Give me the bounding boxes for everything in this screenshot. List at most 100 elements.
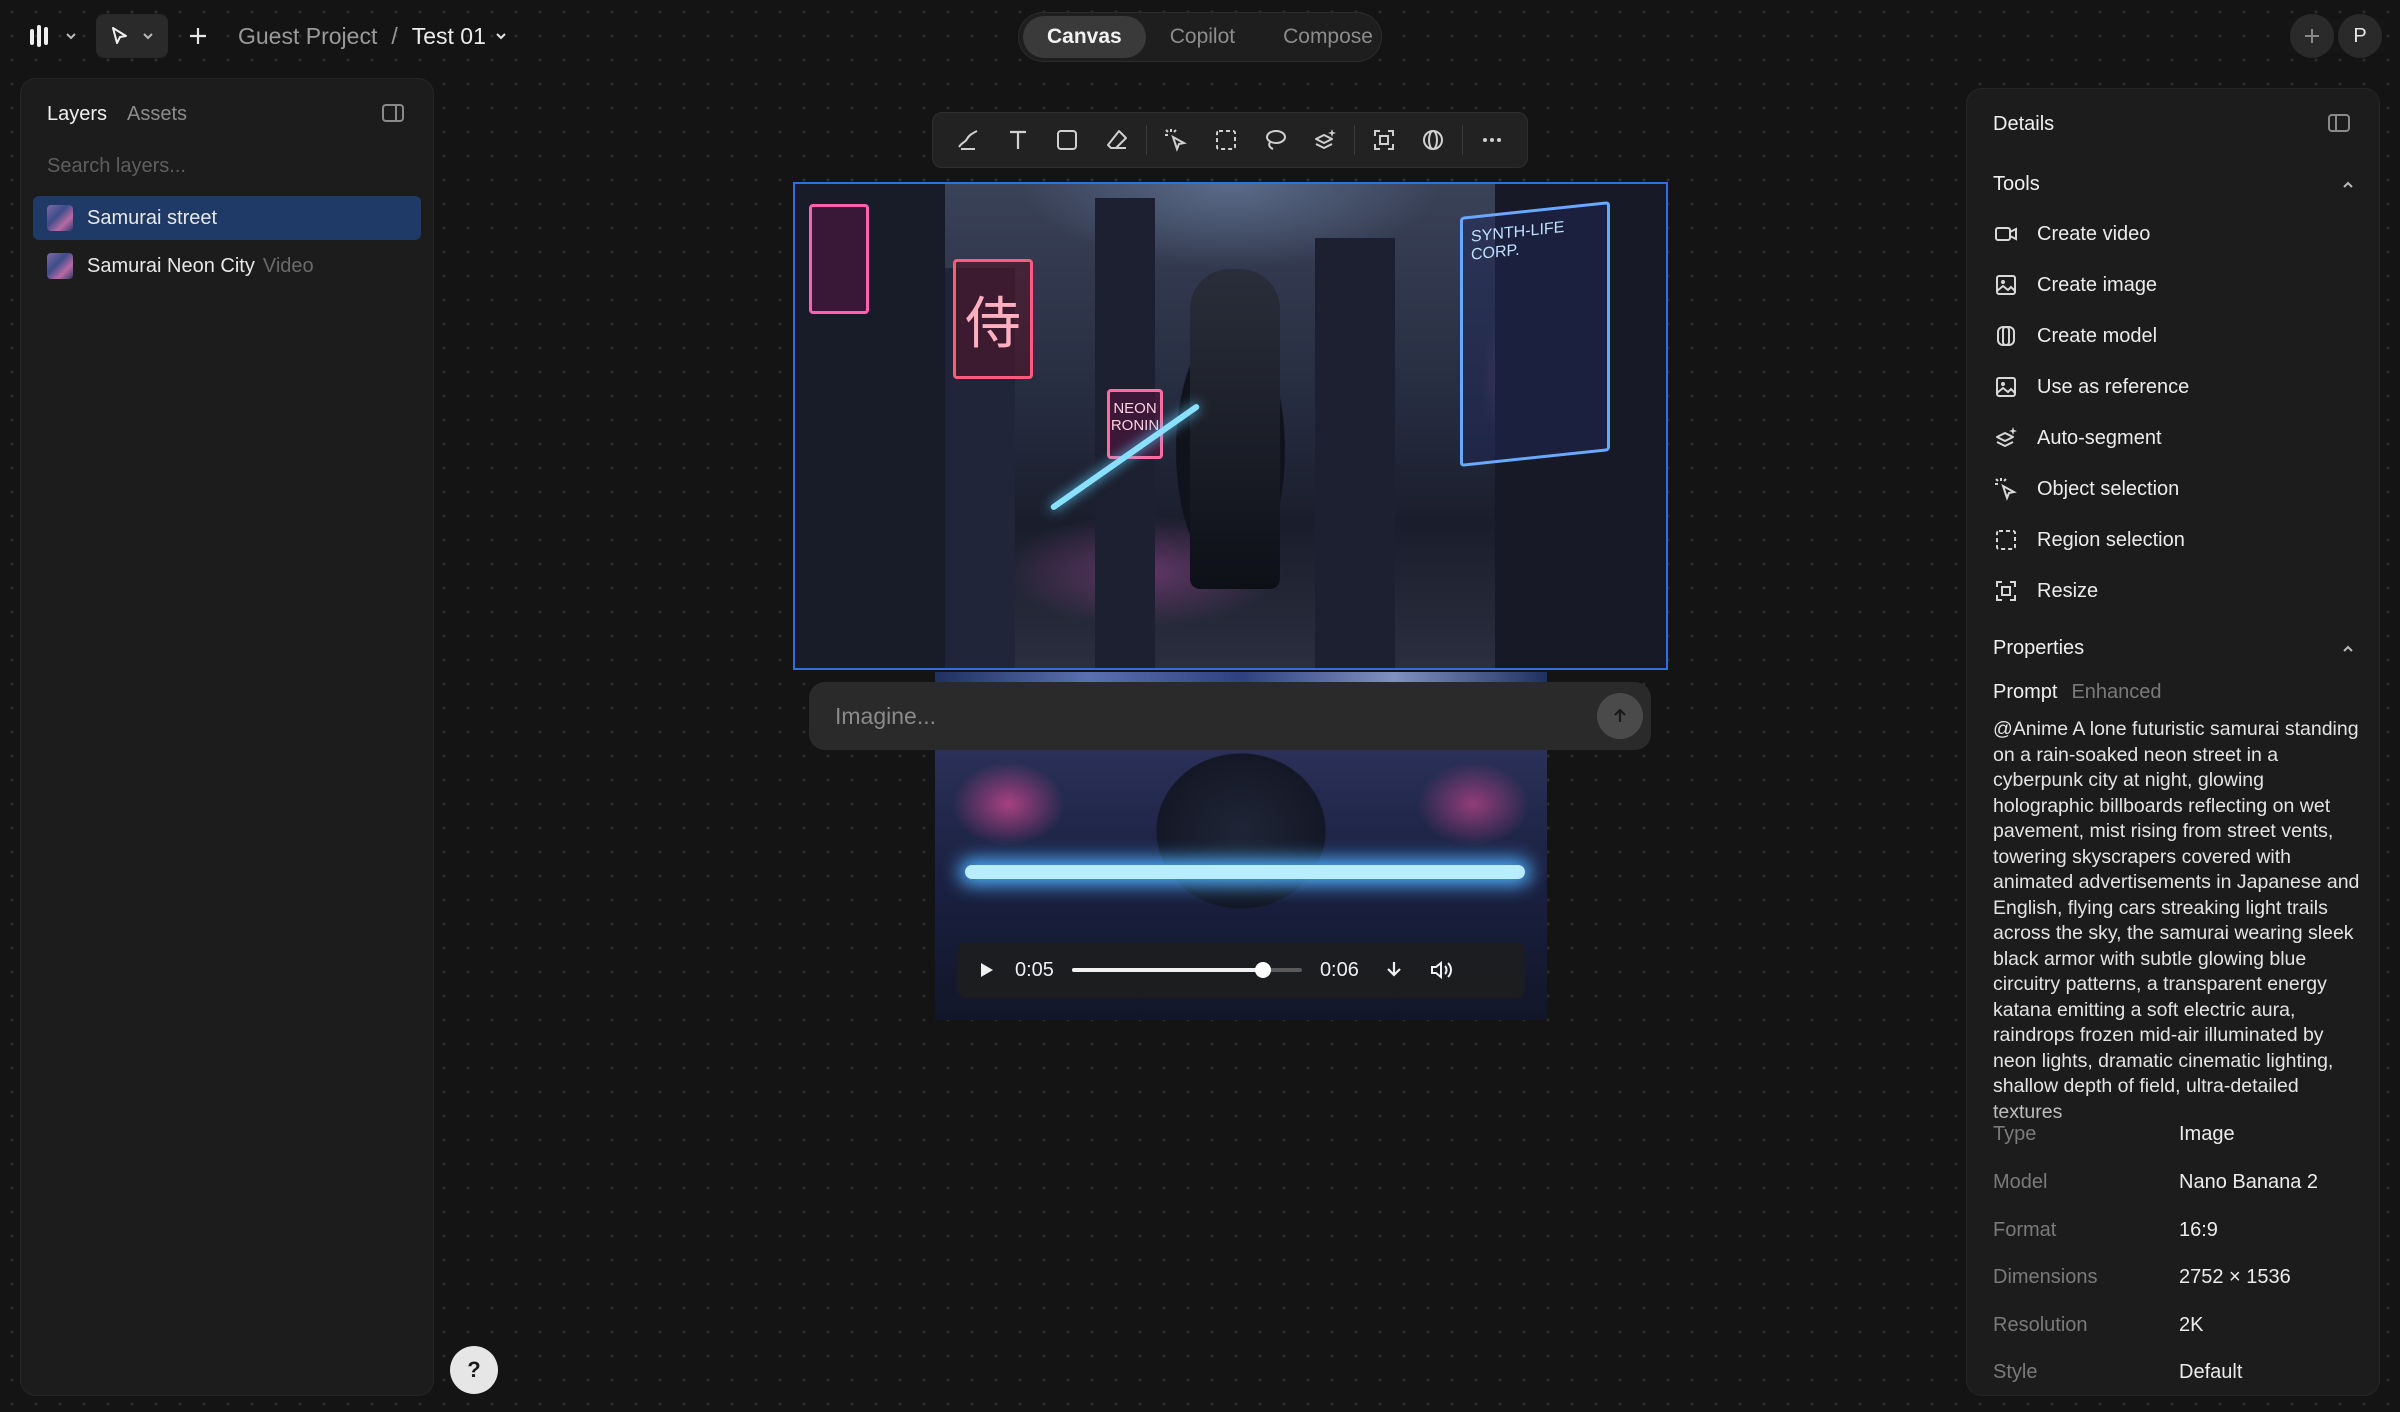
- properties-section-header[interactable]: Properties: [1993, 637, 2355, 660]
- plus-icon: [2305, 29, 2319, 43]
- tool-label: Object selection: [2037, 477, 2180, 500]
- avatar[interactable]: P: [2338, 14, 2382, 58]
- download-button[interactable]: [1383, 959, 1405, 981]
- tool-label: Resize: [2037, 579, 2099, 602]
- auto-segment-icon: [1993, 425, 2019, 451]
- property-key: Style: [1993, 1361, 2038, 1383]
- square-icon: [1057, 130, 1078, 150]
- layer-type-tag: Video: [262, 254, 314, 277]
- auto-segment-button[interactable]: Auto-segment: [1993, 421, 2162, 455]
- property-row: Style Default: [1993, 1361, 2355, 1391]
- property-row: Model Nano Banana 2: [1993, 1171, 2355, 1201]
- layers-panel: Layers Assets Samurai street Samurai Neo…: [20, 78, 434, 1396]
- text-tool[interactable]: [993, 118, 1043, 162]
- draw-tool[interactable]: [943, 118, 993, 162]
- app-logo-menu[interactable]: [28, 18, 84, 54]
- layer-name: Samurai Neon City: [87, 254, 255, 277]
- auto-segment-tool[interactable]: [1300, 118, 1350, 162]
- property-value: 16:9: [2179, 1219, 2218, 1241]
- property-key: Format: [1993, 1219, 2057, 1241]
- volume-button[interactable]: [1429, 959, 1455, 981]
- toolbar-divider: [1462, 125, 1464, 155]
- file-name: Test 01: [411, 22, 486, 49]
- chevron-down-icon: [143, 33, 153, 40]
- reference-icon: [1993, 374, 2019, 400]
- seek-bar[interactable]: [1071, 962, 1302, 978]
- use-as-reference-button[interactable]: Use as reference: [1993, 370, 2189, 404]
- hologram-billboard: SYNTH-LIFE CORP.: [1460, 201, 1610, 467]
- region-selection-button[interactable]: Region selection: [1993, 523, 2185, 557]
- property-key: Resolution: [1993, 1314, 2088, 1336]
- plus-icon: [190, 28, 206, 44]
- tower-center-right: [1315, 238, 1395, 668]
- tab-assets[interactable]: Assets: [127, 103, 187, 126]
- layer-item[interactable]: Samurai street: [33, 196, 421, 240]
- chevron-down-icon: [66, 33, 76, 40]
- seek-handle[interactable]: [1254, 962, 1271, 978]
- text-icon: [1009, 130, 1026, 149]
- video-samurai-neon-city[interactable]: 0:05 0:06: [935, 750, 1547, 1020]
- breadcrumb-project[interactable]: Guest Project: [238, 23, 377, 50]
- eraser-tool[interactable]: [1092, 118, 1142, 162]
- tools-section-header[interactable]: Tools: [1993, 173, 2355, 196]
- tool-label: Region selection: [2037, 528, 2185, 551]
- property-row: Dimensions 2752 × 1536: [1993, 1266, 2355, 1296]
- lasso-tool[interactable]: [1250, 118, 1300, 162]
- toolbar-divider: [1145, 125, 1147, 155]
- pointer-tool-button[interactable]: [96, 14, 168, 58]
- model-icon: [1993, 323, 2019, 349]
- shape-tool[interactable]: [1042, 118, 1092, 162]
- left-panel-tabs: Layers Assets: [47, 103, 187, 126]
- neon-sign-left: [809, 204, 869, 314]
- tools-heading: Tools: [1993, 173, 2040, 195]
- current-time: 0:05: [1015, 958, 1054, 981]
- eraser-icon: [1107, 130, 1128, 149]
- seek-progress: [1071, 968, 1263, 972]
- send-button[interactable]: [1597, 693, 1643, 739]
- resize-button[interactable]: Resize: [1993, 574, 2098, 608]
- tab-prompt[interactable]: Prompt: [1993, 681, 2057, 704]
- resize-icon: [1993, 578, 2019, 604]
- tool-label: Create video: [2037, 222, 2151, 245]
- object-selection-icon: [1993, 476, 2019, 502]
- create-image-button[interactable]: Create image: [1993, 268, 2157, 302]
- create-model-button[interactable]: Create model: [1993, 319, 2157, 353]
- collapse-panel-button[interactable]: [381, 101, 407, 127]
- toolbar-divider: [1353, 125, 1355, 155]
- video-icon: [1993, 221, 2019, 247]
- layer-item[interactable]: Samurai Neon City Video: [33, 244, 421, 288]
- tab-layers[interactable]: Layers: [47, 103, 107, 126]
- tool-label: Create image: [2037, 273, 2158, 296]
- video-controls: 0:05 0:06: [957, 942, 1525, 998]
- invite-button[interactable]: [2290, 14, 2334, 58]
- play-button[interactable]: [975, 959, 997, 981]
- more-tools-button[interactable]: [1467, 118, 1517, 162]
- breadcrumb: Guest Project / Test 01: [238, 20, 508, 52]
- create-video-button[interactable]: Create video: [1993, 217, 2150, 251]
- top-bar: Guest Project / Test 01 Canvas Copilot C…: [0, 0, 2400, 72]
- imagine-input[interactable]: [835, 702, 1597, 730]
- collapse-details-button[interactable]: [2327, 111, 2351, 140]
- arrow-up-icon: [1614, 708, 1626, 722]
- breadcrumb-file[interactable]: Test 01: [412, 23, 508, 50]
- tab-canvas[interactable]: Canvas: [1023, 16, 1146, 58]
- add-button[interactable]: [180, 18, 216, 54]
- object-selection-tool[interactable]: [1151, 118, 1201, 162]
- canvas-toolbar: [932, 112, 1528, 168]
- tab-copilot[interactable]: Copilot: [1146, 16, 1259, 58]
- object-selection-button[interactable]: Object selection: [1993, 472, 2179, 506]
- tab-enhanced[interactable]: Enhanced: [2071, 681, 2161, 704]
- details-title: Details: [1993, 113, 2055, 135]
- model-tool[interactable]: [1409, 118, 1459, 162]
- search-layers-input[interactable]: [47, 151, 407, 181]
- top-right-actions: P: [2290, 14, 2382, 58]
- tab-compose[interactable]: Compose: [1259, 16, 1397, 58]
- help-button[interactable]: ?: [450, 1346, 498, 1394]
- generated-image-samurai-street[interactable]: 侍 NEON RONIN SYNTH-LIFE CORP.: [793, 182, 1668, 670]
- play-icon: [981, 963, 993, 977]
- breadcrumb-separator: /: [391, 22, 398, 49]
- resize-tool[interactable]: [1359, 118, 1409, 162]
- region-selection-tool[interactable]: [1201, 118, 1251, 162]
- chevron-up-icon: [2343, 645, 2353, 652]
- imagine-prompt-bar: [809, 682, 1651, 750]
